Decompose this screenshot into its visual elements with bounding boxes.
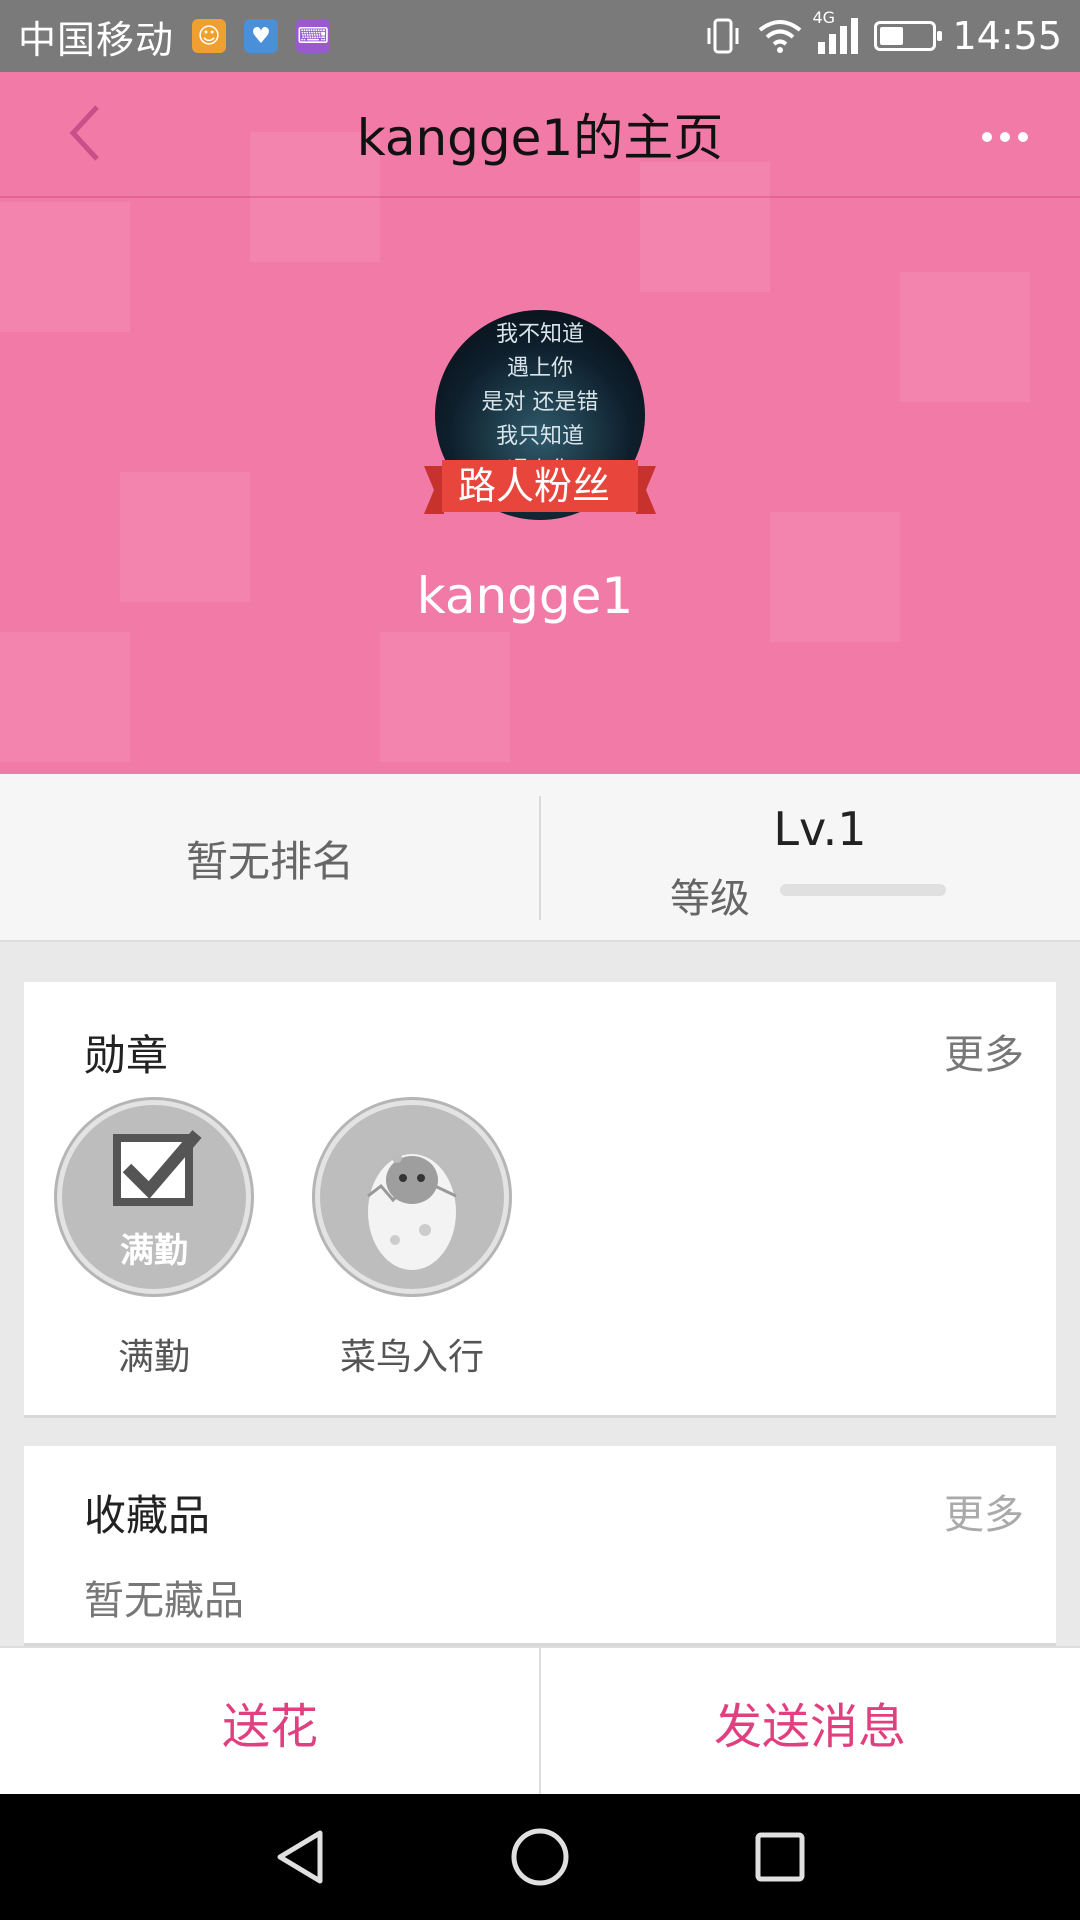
status-indicators: 4G 14:55 [704, 8, 1062, 58]
action-bar: 送花 发送消息 [0, 1646, 1080, 1796]
medal-item[interactable]: 菜鸟入行 [312, 1100, 512, 1380]
clock: 14:55 [952, 14, 1062, 58]
level-value: Lv.1 [773, 802, 867, 856]
status-bar: 中国移动 ☺ ♥ ⌨ 4G 14:55 [0, 0, 1080, 72]
level-progress-bar [780, 884, 946, 896]
vibrate-icon [707, 18, 739, 54]
profile-header: kangge1的主页 我不知道遇上你是对 还是错我只知道遇上你 路人粉丝 kan… [0, 72, 1080, 774]
medal-label: 菜鸟入行 [339, 1337, 484, 1378]
nav-back-button[interactable] [260, 1822, 340, 1892]
back-button[interactable] [50, 98, 120, 168]
medal-item[interactable]: 满勤 满勤 [54, 1100, 254, 1380]
nav-recents-button[interactable] [740, 1822, 820, 1892]
medal-label: 满勤 [117, 1337, 190, 1378]
network-type: 4G [812, 8, 836, 27]
avatar-container[interactable]: 我不知道遇上你是对 还是错我只知道遇上你 路人粉丝 [424, 310, 656, 530]
keyboard-app-icon: ⌨ [296, 19, 331, 53]
full-attendance-badge-icon: 满勤 [57, 1100, 251, 1294]
more-options-button[interactable] [970, 102, 1040, 172]
send-message-button[interactable]: 发送消息 [540, 1648, 1080, 1796]
page-title: kangge1的主页 [356, 109, 724, 167]
collections-title: 收藏品 [84, 1491, 211, 1540]
stats-bar: 暂无排名 Lv.1 等级 [0, 774, 1080, 942]
title-bar: kangge1的主页 [0, 72, 1080, 198]
nav-home-button[interactable] [500, 1822, 580, 1892]
uc-browser-icon: ☺ [192, 19, 227, 53]
more-dots-icon [982, 132, 1028, 142]
system-nav-bar [0, 1794, 1080, 1920]
avatar-text-line: 我只知道 [495, 424, 584, 449]
fan-badge-ribbon: 路人粉丝 [424, 456, 656, 520]
medal-badge-text: 满勤 [120, 1231, 188, 1271]
username: kangge1 [416, 567, 634, 625]
collections-more-link[interactable]: 更多 [944, 1482, 1024, 1540]
signal-icon: 4G [812, 8, 859, 54]
carrier-name: 中国移动 [18, 17, 175, 62]
wifi-icon [759, 20, 802, 53]
triangle-back-icon [277, 1830, 323, 1884]
avatar-text-line: 我不知道 [495, 322, 584, 347]
collections-card: 收藏品 更多 暂无藏品 [24, 1446, 1056, 1646]
medals-title: 勋章 [84, 1031, 169, 1080]
medals-card: 勋章 更多 满勤 满勤 菜鸟入行 [24, 982, 1056, 1418]
square-recents-icon [755, 1832, 805, 1882]
rank-text[interactable]: 暂无排名 [0, 774, 540, 942]
medals-more-link[interactable]: 更多 [944, 1022, 1024, 1080]
circle-home-icon [511, 1828, 569, 1886]
back-arrow-icon [69, 105, 99, 161]
send-flower-button[interactable]: 送花 [0, 1648, 540, 1796]
battery-icon [874, 21, 943, 51]
health-app-icon: ♥ [244, 19, 279, 53]
level-label: 等级 [670, 876, 750, 922]
collections-empty-text: 暂无藏品 [84, 1578, 244, 1624]
avatar-text-line: 遇上你 [506, 356, 573, 381]
newbie-chick-egg-icon [315, 1100, 509, 1294]
avatar-text-line: 是对 还是错 [481, 390, 599, 415]
fan-badge-label: 路人粉丝 [457, 464, 610, 508]
